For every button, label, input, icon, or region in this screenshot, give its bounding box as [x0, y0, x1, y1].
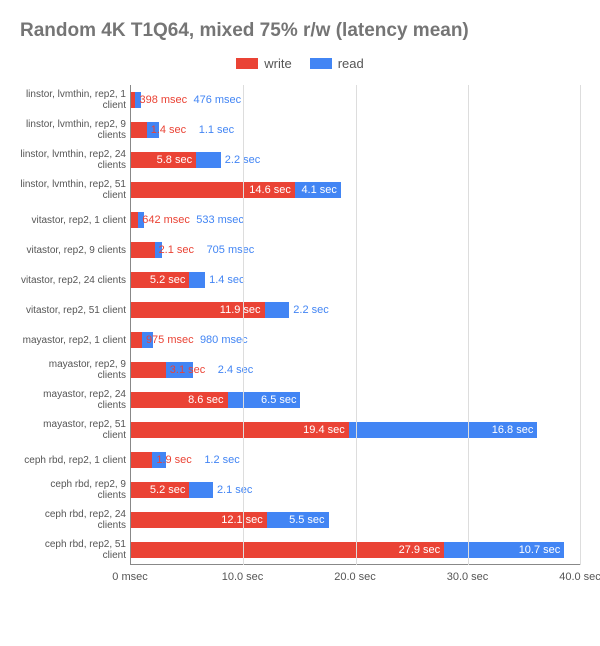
bar-read: [189, 272, 205, 288]
value-label-write: 975 msec: [146, 334, 194, 346]
value-label-write: 8.6 sec: [188, 394, 223, 406]
y-tick-label: mayastor, rep2, 1 client: [20, 325, 130, 355]
chart-container: Random 4K T1Q64, mixed 75% r/w (latency …: [0, 0, 600, 646]
value-label-read: 2.2 sec: [293, 304, 328, 316]
value-label-write: 1.4 sec: [151, 124, 186, 136]
bar-write: [131, 122, 147, 138]
bar-read: [189, 482, 213, 498]
value-label-write: 3.1 sec: [170, 364, 205, 376]
value-label-write: 11.9 sec: [220, 304, 261, 316]
legend-item-read: read: [310, 56, 364, 71]
value-label-read: 476 msec: [193, 94, 241, 106]
y-axis-labels: linstor, lvmthin, rep2, 1 clientlinstor,…: [20, 85, 130, 565]
bar-read: [196, 152, 221, 168]
value-label-write: 14.6 sec: [249, 184, 291, 196]
value-label-write: 5.2 sec: [150, 484, 185, 496]
legend-swatch-write: [236, 58, 258, 69]
bar-write: [131, 242, 155, 258]
value-label-read: 705 msec: [207, 244, 255, 256]
x-tick-label: 10.0 sec: [222, 571, 264, 583]
value-label-write: 2.1 sec: [159, 244, 194, 256]
value-label-write: 5.2 sec: [150, 274, 185, 286]
gridline: [356, 85, 357, 565]
value-label-read: 6.5 sec: [261, 394, 296, 406]
value-label-write: 642 msec: [142, 214, 190, 226]
y-tick-label: mayastor, rep2, 24 clients: [20, 385, 130, 415]
y-tick-label: linstor, lvmthin, rep2, 9 clients: [20, 115, 130, 145]
value-label-read: 1.2 sec: [204, 454, 239, 466]
value-label-read: 10.7 sec: [519, 544, 561, 556]
legend-label-write: write: [264, 56, 291, 71]
y-tick-label: vitastor, rep2, 51 client: [20, 295, 130, 325]
y-tick-label: vitastor, rep2, 9 clients: [20, 235, 130, 265]
y-tick-label: ceph rbd, rep2, 1 client: [20, 445, 130, 475]
chart-title: Random 4K T1Q64, mixed 75% r/w (latency …: [20, 20, 580, 42]
gridline: [580, 85, 581, 565]
chart-legend: write read: [20, 56, 580, 71]
x-tick-label: 20.0 sec: [334, 571, 376, 583]
value-label-read: 16.8 sec: [492, 424, 534, 436]
value-label-read: 2.4 sec: [218, 364, 253, 376]
value-label-read: 5.5 sec: [289, 514, 324, 526]
y-tick-label: vitastor, rep2, 24 clients: [20, 265, 130, 295]
value-label-write: 1.9 sec: [156, 454, 191, 466]
value-label-write: 27.9 sec: [399, 544, 441, 556]
value-label-read: 980 msec: [200, 334, 248, 346]
x-tick-label: 30.0 sec: [447, 571, 489, 583]
value-label-read: 533 msec: [196, 214, 244, 226]
y-tick-label: vitastor, rep2, 1 client: [20, 205, 130, 235]
chart-body: linstor, lvmthin, rep2, 1 clientlinstor,…: [20, 85, 580, 565]
x-tick-label: 0 msec: [112, 571, 147, 583]
bar-read: [265, 302, 290, 318]
y-tick-label: ceph rbd, rep2, 51 client: [20, 535, 130, 565]
value-label-read: 2.1 sec: [217, 484, 252, 496]
value-label-read: 1.4 sec: [209, 274, 244, 286]
value-label-write: 12.1 sec: [221, 514, 263, 526]
value-label-write: 5.8 sec: [157, 154, 192, 166]
y-tick-label: linstor, lvmthin, rep2, 51 client: [20, 175, 130, 205]
plot-area: 398 msec 476 msec 1.4 sec 1.1 sec 5.8 sec 2.2…: [130, 85, 580, 565]
x-tick-label: 40.0 sec: [559, 571, 600, 583]
value-label-write: 19.4 sec: [303, 424, 345, 436]
value-label-read: 1.1 sec: [199, 124, 234, 136]
bar-write: [131, 332, 142, 348]
bar-write: [131, 362, 166, 378]
y-tick-label: linstor, lvmthin, rep2, 24 clients: [20, 145, 130, 175]
gridline: [468, 85, 469, 565]
legend-swatch-read: [310, 58, 332, 69]
y-tick-label: ceph rbd, rep2, 24 clients: [20, 505, 130, 535]
gridline: [243, 85, 244, 565]
y-tick-label: ceph rbd, rep2, 9 clients: [20, 475, 130, 505]
bar-write: [131, 452, 152, 468]
value-label-read: 4.1 sec: [301, 184, 336, 196]
y-tick-label: mayastor, rep2, 9 clients: [20, 355, 130, 385]
legend-label-read: read: [338, 56, 364, 71]
bar-write: [131, 212, 138, 228]
y-tick-label: mayastor, rep2, 51 client: [20, 415, 130, 445]
y-tick-label: linstor, lvmthin, rep2, 1 client: [20, 85, 130, 115]
bar-write: [131, 542, 444, 558]
value-label-write: 398 msec: [139, 94, 187, 106]
legend-item-write: write: [236, 56, 291, 71]
x-axis-ticks: 0 msec10.0 sec20.0 sec30.0 sec40.0 sec: [130, 565, 580, 585]
